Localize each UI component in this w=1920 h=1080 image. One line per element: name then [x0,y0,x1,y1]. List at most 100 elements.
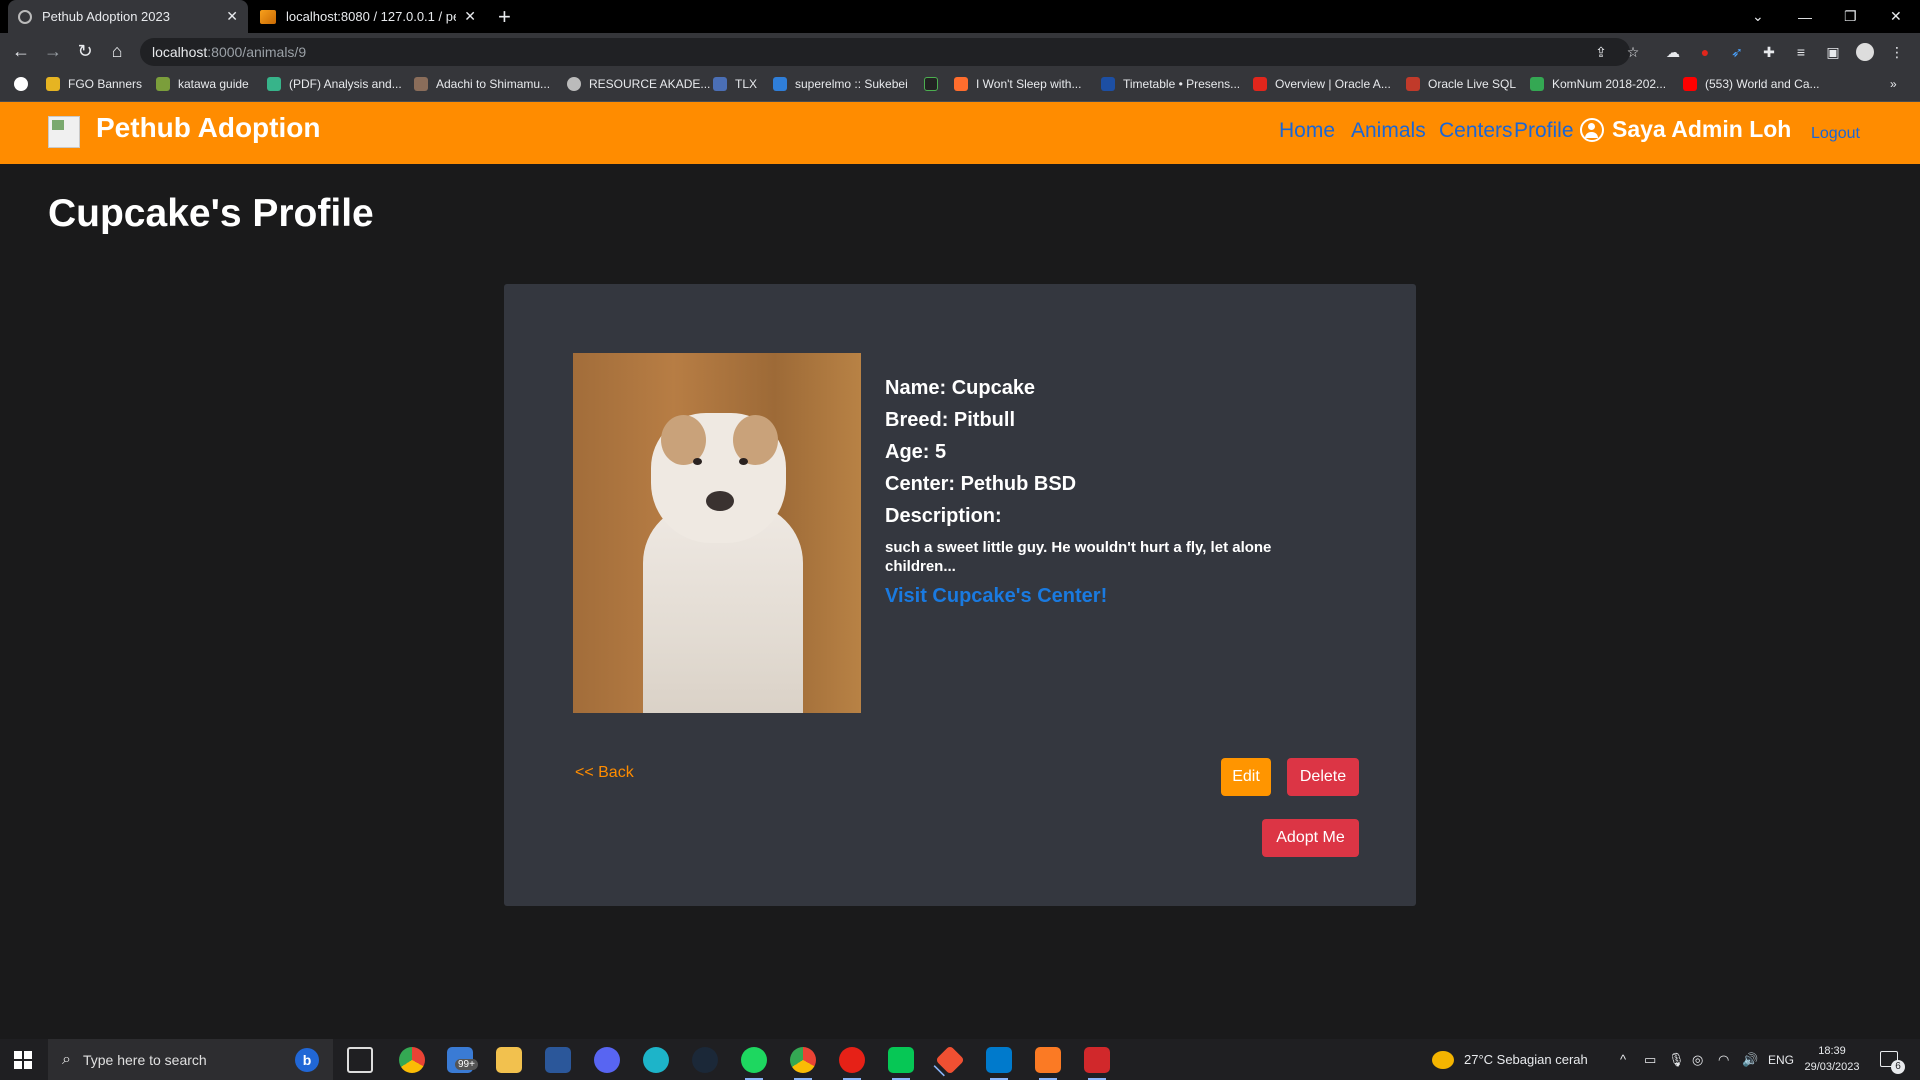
bookmark-item[interactable]: Oracle Live SQL [1406,77,1516,91]
menu-dots-icon[interactable]: ⋮ [1888,43,1906,61]
bookmark-item[interactable]: I Won't Sleep with... [954,77,1081,91]
paint-icon[interactable] [1084,1047,1110,1080]
animal-description: such a sweet little guy. He wouldn't hur… [885,539,1272,575]
bookmark-item[interactable]: TLX [713,77,757,91]
web-page: Pethub Adoption Home Animals Centers Pro… [0,102,1920,1039]
bookmark-item[interactable]: RESOURCE AKADE... [567,77,710,91]
line-icon[interactable] [888,1047,914,1080]
nav-link-centers[interactable]: Centers [1439,119,1513,143]
bookmark-item[interactable]: superelmo :: Sukebei [773,77,908,91]
taskbar-search-input[interactable]: ⌕ Type here to search b [48,1039,333,1080]
more-bookmarks-icon[interactable]: » [1890,77,1897,91]
bookmark-favicon-icon [267,77,281,91]
edge-icon[interactable] [643,1047,669,1073]
reload-icon[interactable]: ↻ [74,41,96,62]
nav-link-profile[interactable]: Profile [1514,119,1574,143]
bookmark-item[interactable]: (553) World and Ca... [1683,77,1820,91]
bookmark-item[interactable]: Overview | Oracle A... [1253,77,1391,91]
mail-badge: 99+ [455,1059,478,1070]
adopt-me-button[interactable]: Adopt Me [1262,819,1359,857]
ublock-icon[interactable]: ● [1696,43,1714,61]
share-icon[interactable]: ⇪ [1592,43,1610,61]
bookmark-item[interactable] [924,77,946,91]
tray-chevron-icon[interactable]: ^ [1620,1039,1626,1080]
minimize-button[interactable]: — [1798,0,1812,33]
logout-link[interactable]: Logout [1811,125,1860,143]
brand-name[interactable]: Pethub Adoption [96,112,320,144]
tab-close-icon[interactable]: ✕ [464,8,476,25]
tab-title: Pethub Adoption 2023 [42,9,170,24]
file-explorer-icon[interactable] [496,1047,522,1073]
bookmark-label: I Won't Sleep with... [976,77,1082,91]
git-icon[interactable] [935,1045,965,1075]
back-arrow-icon[interactable]: ← [10,41,32,62]
site-navbar: Pethub Adoption Home Animals Centers Pro… [0,102,1920,164]
restore-button[interactable]: ❐ [1844,0,1857,33]
extension-translate-icon[interactable]: ➶ [1728,43,1746,61]
address-bar[interactable]: i localhost:8000/animals/9 [140,38,1630,140]
brand-logo-image[interactable] [48,116,80,148]
bookmark-favicon-icon [1101,77,1115,91]
reading-list-icon[interactable]: ≡ [1792,43,1810,61]
page-title: Cupcake's Profile [48,192,374,235]
chrome-icon[interactable] [399,1047,425,1073]
xampp-icon[interactable] [1035,1047,1061,1080]
bookmark-star-icon[interactable]: ☆ [1624,43,1642,61]
volume-icon[interactable]: 🔊 [1742,1039,1758,1080]
bookmark-label: superelmo :: Sukebei [795,77,908,91]
tab-search-icon[interactable]: ⌄ [1752,0,1764,33]
network-icon[interactable]: ◎ [1692,1039,1703,1080]
bookmark-item[interactable]: Adachi to Shimamu... [414,77,550,91]
nav-link-animals[interactable]: Animals [1351,119,1426,143]
steam-icon[interactable] [692,1047,718,1073]
meet-now-icon[interactable]: ▭ [1644,1039,1656,1080]
store-icon[interactable] [545,1047,571,1073]
user-circle-icon [1580,117,1604,142]
spotify-icon[interactable] [741,1047,767,1080]
clock-date: 29/03/2023 [1804,1061,1860,1073]
close-window-button[interactable]: ✕ [1890,0,1902,33]
nav-link-home[interactable]: Home [1279,119,1335,143]
animal-photo [573,353,861,713]
tab-pethub[interactable]: Pethub Adoption 2023 ✕ [8,0,248,33]
search-icon: ⌕ [62,1050,71,1068]
chrome-active-icon[interactable] [790,1047,816,1080]
bookmark-favicon-icon [924,77,938,91]
task-view-icon[interactable] [347,1047,373,1073]
weather-widget[interactable]: 27°C Sebagian cerah [1432,1039,1588,1080]
microphone-icon[interactable]: 🎙 [1668,1039,1685,1080]
tab-phpmyadmin[interactable]: localhost:8080 / 127.0.0.1 / peth ✕ [250,0,486,33]
edit-button[interactable]: Edit [1221,758,1271,796]
new-tab-button[interactable]: + [498,4,511,30]
google-apps-icon[interactable] [14,77,28,91]
bookmark-item[interactable]: Timetable • Presens... [1101,77,1240,91]
profile-avatar-icon[interactable] [1856,43,1874,61]
taskbar-clock[interactable]: 18:39 29/03/2023 [1798,1043,1866,1075]
bookmark-item[interactable]: katawa guide [156,77,249,91]
forward-arrow-icon[interactable]: → [42,41,64,62]
youtube-music-icon[interactable] [839,1047,865,1080]
current-user[interactable]: Saya Admin Loh [1580,116,1791,143]
language-indicator[interactable]: ENG [1768,1039,1794,1080]
bookmark-item[interactable]: KomNum 2018-202... [1530,77,1666,91]
wifi-icon[interactable]: ◠ [1718,1039,1729,1080]
bing-icon[interactable]: b [295,1048,319,1072]
tab-close-icon[interactable]: ✕ [226,8,238,25]
back-link[interactable]: << Back [575,764,634,782]
visit-center-link[interactable]: Visit Cupcake's Center! [885,585,1305,608]
bookmark-label: Adachi to Shimamu... [436,77,551,91]
side-panel-icon[interactable]: ▣ [1824,43,1842,61]
windows-start-icon[interactable] [14,1051,32,1069]
vscode-icon[interactable] [986,1047,1012,1080]
bookmark-item[interactable]: FGO Banners [46,77,142,91]
extension-cloud-icon[interactable]: ☁ [1664,43,1682,61]
mail-icon[interactable]: 99+ [447,1047,478,1073]
extensions-puzzle-icon[interactable]: ✚ [1760,43,1778,61]
bookmark-item[interactable]: (PDF) Analysis and... [267,77,402,91]
animal-details: Name: Cupcake Breed: Pitbull Age: 5 Cent… [885,372,1305,608]
bookmark-favicon-icon [156,77,170,91]
home-icon[interactable]: ⌂ [106,41,128,62]
bookmark-favicon-icon [1530,77,1544,91]
discord-icon[interactable] [594,1047,620,1073]
delete-button[interactable]: Delete [1287,758,1359,796]
